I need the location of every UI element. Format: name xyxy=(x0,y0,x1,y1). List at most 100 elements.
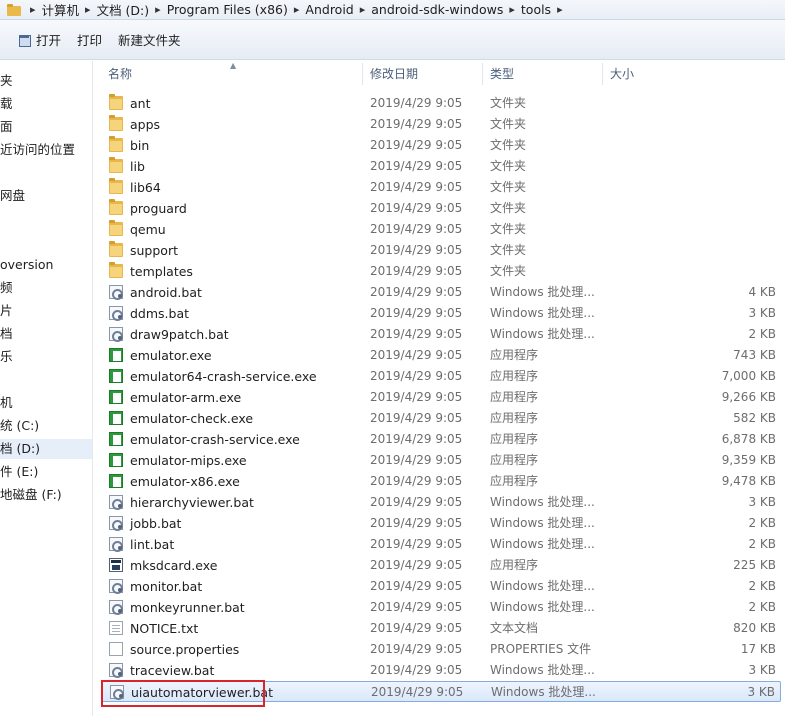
file-row[interactable]: proguard 2019/4/29 9:05 文件夹 xyxy=(101,198,781,219)
breadcrumb-item[interactable]: tools xyxy=(521,2,551,17)
open-icon xyxy=(18,34,31,47)
nav-item[interactable]: oversion xyxy=(0,255,92,275)
nav-item[interactable]: 件 (E:) xyxy=(0,462,92,482)
file-date: 2019/4/29 9:05 xyxy=(370,411,463,425)
breadcrumb-item[interactable]: Android xyxy=(305,2,353,17)
file-row[interactable]: jobb.bat 2019/4/29 9:05 Windows 批处理... 2 KB xyxy=(101,513,781,534)
print-button[interactable]: 打印 xyxy=(69,26,110,54)
breadcrumb-separator-icon[interactable]: ▸ xyxy=(288,3,306,16)
file-type: 应用程序 xyxy=(490,474,539,488)
file-row[interactable]: traceview.bat 2019/4/29 9:05 Windows 批处理..… xyxy=(101,660,781,681)
file-row[interactable]: apps 2019/4/29 9:05 文件夹 xyxy=(101,114,781,135)
breadcrumb-separator-icon[interactable]: ▸ xyxy=(24,3,42,16)
navigation-pane: 夹载面近访问的位置 网盘 oversion 频片档乐机统 (C:) 档 (D:) 件 (E… xyxy=(0,61,92,716)
file-row[interactable]: emulator.exe 2019/4/29 9:05 应用程序 743 KB xyxy=(101,345,781,366)
column-divider[interactable] xyxy=(602,63,603,85)
file-row[interactable]: lib 2019/4/29 9:05 文件夹 xyxy=(101,156,781,177)
breadcrumb-separator-icon[interactable]: ▸ xyxy=(354,3,372,16)
column-divider[interactable] xyxy=(482,63,483,85)
nav-item[interactable]: 载 xyxy=(0,94,92,114)
address-bar[interactable]: ▸ 计算机 ▸ 文档 (D:) ▸ Program Files (x86) ▸ Android… xyxy=(0,0,785,20)
file-row[interactable]: monitor.bat 2019/4/29 9:05 Windows 批处理... 2… xyxy=(101,576,781,597)
breadcrumb-item[interactable]: 计算机 xyxy=(42,0,80,19)
file-type: Windows 批处理... xyxy=(490,579,595,593)
breadcrumb-item[interactable]: 文档 (D:) xyxy=(97,0,150,19)
column-divider[interactable] xyxy=(362,63,363,85)
exe-icon xyxy=(109,411,123,425)
nav-item[interactable]: 档 (D:) xyxy=(0,439,92,459)
file-name: NOTICE.txt xyxy=(130,621,199,636)
nav-item[interactable]: 档 xyxy=(0,324,92,344)
file-type: Windows 批处理... xyxy=(490,600,595,614)
file-size: 225 KB xyxy=(733,558,776,572)
file-row[interactable]: emulator-x86.exe 2019/4/29 9:05 应用程序 9,478 … xyxy=(101,471,781,492)
file-date: 2019/4/29 9:05 xyxy=(370,96,463,110)
nav-item[interactable]: 面 xyxy=(0,117,92,137)
breadcrumb-separator-icon[interactable]: ▸ xyxy=(503,3,521,16)
file-type: Windows 批处理... xyxy=(490,495,595,509)
file-row[interactable]: source.properties 2019/4/29 9:05 PROPERTIE… xyxy=(101,639,781,660)
file-row[interactable]: emulator-crash-service.exe 2019/4/29 9:05… xyxy=(101,429,781,450)
nav-item[interactable]: 网盘 xyxy=(0,186,92,206)
folder-icon xyxy=(109,136,123,152)
file-type: 文件夹 xyxy=(490,117,527,131)
file-row[interactable]: mksdcard.exe 2019/4/29 9:05 应用程序 225 KB xyxy=(101,555,781,576)
open-label: 打开 xyxy=(36,33,62,48)
file-row[interactable]: emulator-check.exe 2019/4/29 9:05 应用程序 582 … xyxy=(101,408,781,429)
exe-icon xyxy=(109,474,123,488)
file-row[interactable]: android.bat 2019/4/29 9:05 Windows 批处理... 4… xyxy=(101,282,781,303)
file-date: 2019/4/29 9:05 xyxy=(370,516,463,530)
file-row[interactable]: emulator64-crash-service.exe 2019/4/29 9:… xyxy=(101,366,781,387)
breadcrumb-separator-icon[interactable]: ▸ xyxy=(149,3,167,16)
file-row[interactable]: lib64 2019/4/29 9:05 文件夹 xyxy=(101,177,781,198)
nav-item[interactable]: 地磁盘 (F:) xyxy=(0,485,92,505)
file-date: 2019/4/29 9:05 xyxy=(370,432,463,446)
file-row[interactable]: lint.bat 2019/4/29 9:05 Windows 批处理... 2 KB xyxy=(101,534,781,555)
new-folder-button[interactable]: 新建文件夹 xyxy=(110,26,189,54)
file-row[interactable]: ddms.bat 2019/4/29 9:05 Windows 批处理... 3 KB xyxy=(101,303,781,324)
exe-icon xyxy=(109,390,123,404)
exe-icon xyxy=(109,369,123,383)
file-name: emulator.exe xyxy=(130,348,212,363)
file-date: 2019/4/29 9:05 xyxy=(370,243,463,257)
open-button[interactable]: 打开 xyxy=(10,26,69,54)
file-row[interactable]: emulator-arm.exe 2019/4/29 9:05 应用程序 9,266 … xyxy=(101,387,781,408)
nav-item[interactable]: 统 (C:) xyxy=(0,416,92,436)
file-row[interactable]: templates 2019/4/29 9:05 文件夹 xyxy=(101,261,781,282)
file-type: 文件夹 xyxy=(490,264,527,278)
breadcrumb-item[interactable]: Program Files (x86) xyxy=(167,2,288,17)
nav-item[interactable]: 乐 xyxy=(0,347,92,367)
file-row[interactable]: NOTICE.txt 2019/4/29 9:05 文本文档 820 KB xyxy=(101,618,781,639)
file-date: 2019/4/29 9:05 xyxy=(370,306,463,320)
exe-icon-dark xyxy=(109,558,123,572)
file-date: 2019/4/29 9:05 xyxy=(370,558,463,572)
breadcrumb: ▸ 计算机 ▸ 文档 (D:) ▸ Program Files (x86) ▸ Android… xyxy=(24,0,569,19)
nav-item[interactable]: 频 xyxy=(0,278,92,298)
file-type: 应用程序 xyxy=(490,369,539,383)
file-date: 2019/4/29 9:05 xyxy=(370,138,463,152)
breadcrumb-separator-icon[interactable]: ▸ xyxy=(79,3,97,16)
file-row[interactable]: qemu 2019/4/29 9:05 文件夹 xyxy=(101,219,781,240)
file-row[interactable]: ant 2019/4/29 9:05 文件夹 xyxy=(101,93,781,114)
nav-item[interactable]: 夹 xyxy=(0,71,92,91)
file-row[interactable]: bin 2019/4/29 9:05 文件夹 xyxy=(101,135,781,156)
column-header-type[interactable]: 类型 xyxy=(490,61,514,87)
nav-item[interactable]: 片 xyxy=(0,301,92,321)
nav-item[interactable]: 机 xyxy=(0,393,92,413)
nav-item[interactable]: 近访问的位置 xyxy=(0,140,92,160)
file-type: Windows 批处理... xyxy=(490,516,595,530)
column-header-size[interactable]: 大小 xyxy=(610,61,634,87)
file-type: Windows 批处理... xyxy=(490,327,595,341)
column-header-date[interactable]: 修改日期 xyxy=(370,61,418,87)
sort-ascending-icon: ▲ xyxy=(230,61,237,70)
file-row[interactable]: monkeyrunner.bat 2019/4/29 9:05 Windows 批处… xyxy=(101,597,781,618)
breadcrumb-separator-icon[interactable]: ▸ xyxy=(551,3,569,16)
file-date: 2019/4/29 9:05 xyxy=(370,327,463,341)
breadcrumb-item[interactable]: android-sdk-windows xyxy=(371,2,503,17)
file-row[interactable]: emulator-mips.exe 2019/4/29 9:05 应用程序 9,359… xyxy=(101,450,781,471)
column-header-name[interactable]: 名称 xyxy=(108,61,132,87)
file-row[interactable]: draw9patch.bat 2019/4/29 9:05 Windows 批处理.… xyxy=(101,324,781,345)
file-row[interactable]: hierarchyviewer.bat 2019/4/29 9:05 Windows… xyxy=(101,492,781,513)
file-row[interactable]: support 2019/4/29 9:05 文件夹 xyxy=(101,240,781,261)
file-name: ant xyxy=(130,96,151,111)
